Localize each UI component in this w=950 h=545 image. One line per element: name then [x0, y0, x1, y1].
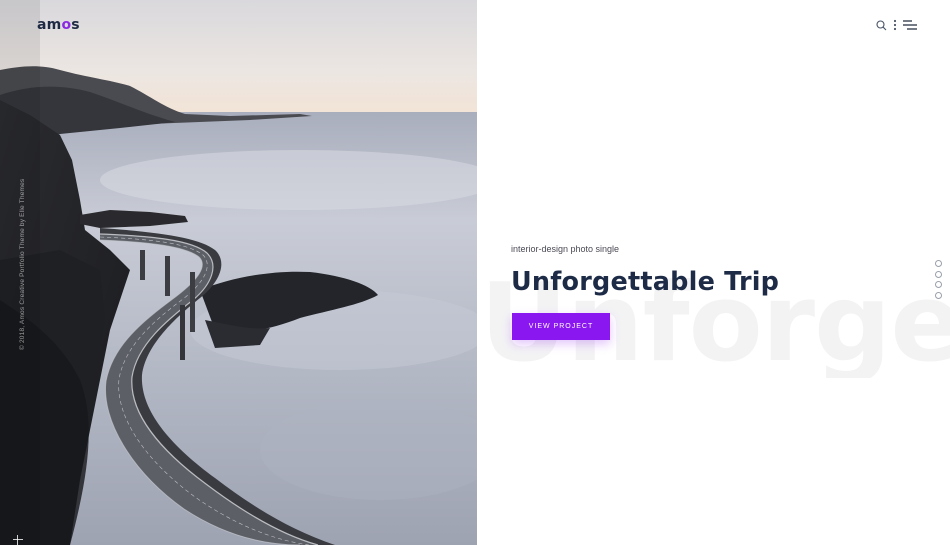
- menu-icon[interactable]: [903, 18, 917, 36]
- logo-accent: o: [61, 17, 72, 33]
- coastal-bridge-photo: [0, 0, 477, 545]
- project-category[interactable]: interior-design photo single: [511, 244, 619, 254]
- logo[interactable]: amos: [37, 17, 80, 33]
- logo-suffix: s: [71, 17, 80, 33]
- view-project-button[interactable]: VIEW PROJECT: [512, 313, 610, 340]
- pagination-dot[interactable]: [935, 260, 942, 267]
- copyright-credit: © 2018, Amos Creative Portfolio Theme by…: [19, 178, 26, 350]
- logo-prefix: am: [37, 17, 62, 33]
- search-icon[interactable]: [876, 18, 887, 36]
- header-icons: [876, 18, 918, 32]
- plus-icon[interactable]: [13, 535, 23, 545]
- hero-photo: © 2018, Amos Creative Portfolio Theme by…: [0, 0, 477, 545]
- more-vertical-icon[interactable]: [893, 18, 897, 36]
- project-title: Unforgettable Trip: [511, 267, 780, 297]
